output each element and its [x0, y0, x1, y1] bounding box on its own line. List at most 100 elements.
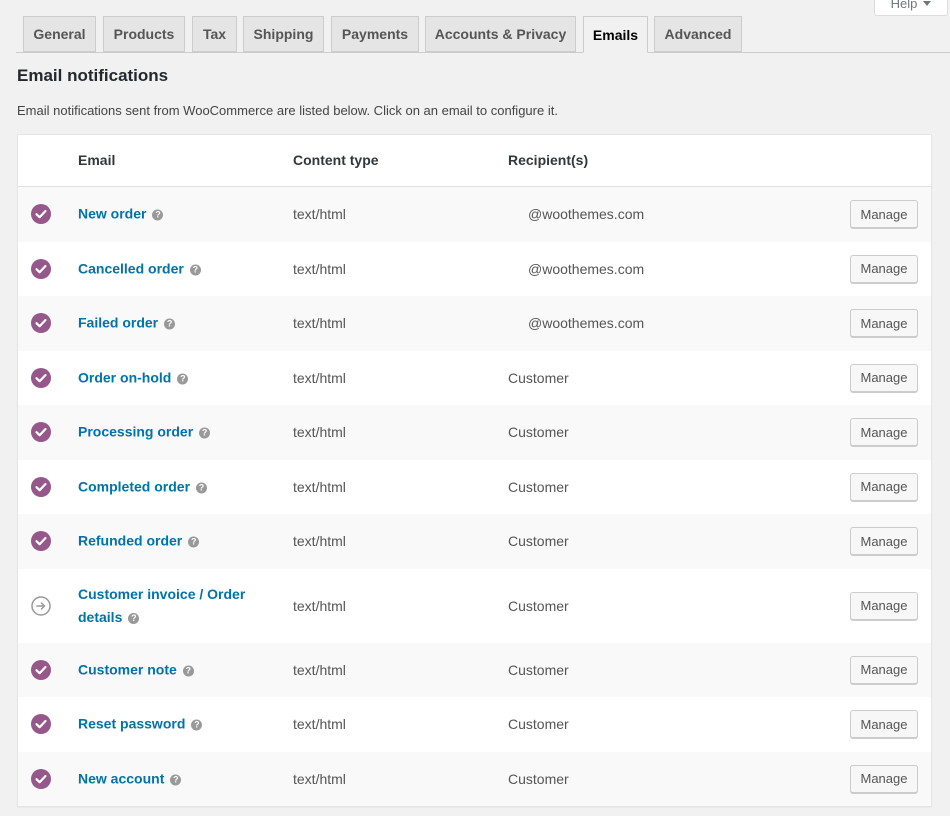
manage-button[interactable]: Manage	[850, 200, 918, 229]
help-tip-icon[interactable]: ?	[188, 536, 200, 548]
email-link[interactable]: Completed order	[78, 478, 190, 494]
recipient: Customer	[508, 770, 569, 787]
enabled-check-icon	[31, 531, 51, 552]
help-tip-icon[interactable]: ?	[189, 264, 201, 276]
tab-shipping[interactable]: Shipping	[243, 16, 324, 52]
enabled-check-icon	[31, 714, 51, 735]
tab-emails[interactable]: Emails	[583, 16, 648, 53]
email-cell: New order?	[78, 203, 268, 226]
help-tip-icon[interactable]: ?	[196, 482, 208, 494]
recipient: Customer	[508, 424, 569, 441]
help-tip-icon[interactable]: ?	[177, 373, 189, 385]
email-link[interactable]: Failed order	[78, 315, 158, 331]
email-cell: Cancelled order?	[78, 257, 268, 280]
help-tip-icon[interactable]: ?	[170, 774, 182, 786]
help-tip-icon[interactable]: ?	[128, 612, 140, 624]
email-link[interactable]: Cancelled order	[78, 260, 184, 276]
email-link[interactable]: Refunded order	[78, 533, 182, 549]
settings-tabs: General Products Tax Shipping Payments A…	[16, 16, 950, 53]
table-body: New order? text/html @woothemes.com Manage C…	[18, 187, 931, 806]
manage-button[interactable]: Manage	[850, 527, 918, 556]
table-row: Failed order? text/html @woothemes.com Mana…	[18, 296, 931, 351]
content-type: text/html	[293, 424, 346, 441]
column-header-email: Email	[78, 152, 116, 168]
email-cell: Processing order?	[78, 421, 268, 444]
email-link[interactable]: New order	[78, 206, 146, 222]
content-type: text/html	[293, 315, 346, 332]
tab-accounts-privacy[interactable]: Accounts & Privacy	[425, 16, 576, 52]
manage-button[interactable]: Manage	[850, 309, 918, 338]
column-header-content-type: Content type	[293, 152, 379, 168]
manage-button[interactable]: Manage	[850, 472, 918, 501]
recipient: @woothemes.com	[528, 260, 645, 277]
table-header: Email Content type Recipient(s)	[18, 135, 931, 187]
content-type: text/html	[293, 597, 346, 614]
email-cell: New account?	[78, 767, 268, 790]
table-row: Refunded order? text/html Customer Manage	[18, 514, 931, 569]
help-tip-icon[interactable]: ?	[152, 209, 164, 221]
enabled-check-icon	[31, 204, 51, 225]
help-tab[interactable]: Help	[874, 0, 948, 16]
enabled-check-icon	[31, 476, 51, 497]
table-row: Processing order? text/html Customer Manage	[18, 405, 931, 460]
content-type: text/html	[293, 770, 346, 787]
table-row: New account? text/html Customer Manage	[18, 751, 931, 806]
recipient: @woothemes.com	[528, 315, 645, 332]
email-link[interactable]: Customer note	[78, 661, 177, 677]
email-cell: Failed order?	[78, 312, 268, 335]
manage-button[interactable]: Manage	[850, 710, 918, 739]
manual-arrow-icon	[31, 595, 51, 616]
recipient: Customer	[508, 533, 569, 550]
manage-button[interactable]: Manage	[850, 764, 918, 793]
help-label: Help	[890, 0, 918, 11]
table-row: Reset password? text/html Customer Manage	[18, 697, 931, 752]
enabled-check-icon	[31, 313, 51, 334]
email-cell: Order on-hold?	[78, 366, 268, 389]
enabled-check-icon	[31, 768, 51, 789]
table-row: Customer note? text/html Customer Manage	[18, 642, 931, 697]
manage-button[interactable]: Manage	[850, 591, 918, 620]
help-tip-icon[interactable]: ?	[164, 318, 176, 330]
content-type: text/html	[293, 369, 346, 386]
tab-payments[interactable]: Payments	[331, 16, 419, 52]
manage-button[interactable]: Manage	[850, 655, 918, 684]
recipient: Customer	[508, 478, 569, 495]
recipient: Customer	[508, 716, 569, 733]
recipient: Customer	[508, 597, 569, 614]
enabled-check-icon	[31, 422, 51, 443]
manage-button[interactable]: Manage	[850, 254, 918, 283]
email-cell: Completed order?	[78, 475, 268, 498]
tab-products[interactable]: Products	[103, 16, 185, 52]
email-link[interactable]: Reset password	[78, 716, 185, 732]
table-row: New order? text/html @woothemes.com Manage	[18, 187, 931, 242]
page-title: Email notifications	[17, 66, 169, 85]
enabled-check-icon	[31, 367, 51, 388]
enabled-check-icon	[31, 659, 51, 680]
help-tip-icon[interactable]: ?	[191, 719, 203, 731]
recipient: @woothemes.com	[528, 206, 645, 223]
page-description: Email notifications sent from WooCommerc…	[17, 103, 558, 118]
email-cell: Customer invoice / Order details?	[78, 583, 268, 629]
table-row: Order on-hold? text/html Customer Manage	[18, 351, 931, 406]
content-type: text/html	[293, 533, 346, 550]
enabled-check-icon	[31, 258, 51, 279]
tab-general[interactable]: General	[23, 16, 96, 52]
table-row: Completed order? text/html Customer Manage	[18, 460, 931, 515]
help-tip-icon[interactable]: ?	[182, 665, 194, 677]
email-cell: Refunded order?	[78, 530, 268, 553]
help-tip-icon[interactable]: ?	[199, 427, 211, 439]
email-link[interactable]: New account	[78, 770, 164, 786]
recipient: Customer	[508, 369, 569, 386]
tab-tax[interactable]: Tax	[192, 16, 237, 52]
table-row: Cancelled order? text/html @woothemes.com M…	[18, 242, 931, 297]
manage-button[interactable]: Manage	[850, 418, 918, 447]
tab-advanced[interactable]: Advanced	[654, 16, 742, 52]
manage-button[interactable]: Manage	[850, 363, 918, 392]
email-link[interactable]: Order on-hold	[78, 369, 171, 385]
content-type: text/html	[293, 206, 346, 223]
email-link[interactable]: Processing order	[78, 424, 193, 440]
email-cell: Reset password?	[78, 713, 268, 736]
email-link[interactable]: Customer invoice / Order details	[78, 586, 245, 625]
recipient: Customer	[508, 661, 569, 678]
caret-down-icon	[923, 1, 932, 6]
